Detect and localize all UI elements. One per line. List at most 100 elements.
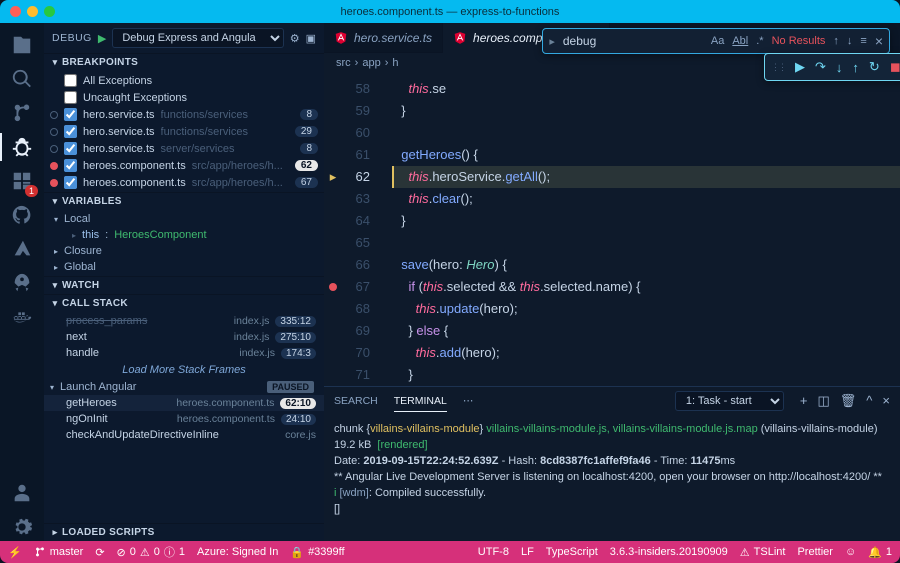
code-editor[interactable]: ▸ 5859606162636465666768697071 this.se }… [324,72,900,386]
stack-frame[interactable]: nextindex.js275:10 [44,329,324,345]
loaded-scripts-header[interactable]: ▸LOADED SCRIPTS [44,524,324,541]
stack-frame[interactable]: handleindex.js174:3 [44,345,324,361]
debug-config-select[interactable]: Debug Express and Angula [112,28,283,48]
breakpoint-checkbox[interactable] [64,108,77,121]
close-panel-button[interactable]: × [882,393,890,409]
azure-status[interactable]: Azure: Signed In [197,546,278,558]
angular-file-icon [453,31,467,45]
watch-section-header[interactable]: ▾WATCH [44,277,324,294]
regex-icon[interactable]: .* [756,35,763,47]
scope-local[interactable]: ▾Local [44,211,324,227]
color-status[interactable]: 🔒 #3399ff [290,546,344,559]
breadcrumbs[interactable]: src › app › h getHeroes ⋮⋮ ▶ ↷ ↓ ↑ ↻ ◼ L… [324,53,900,72]
continue-button[interactable]: ▶ [795,59,805,75]
sidebar-title: DEBUG [52,32,92,44]
breakpoint-row[interactable]: hero.service.tsfunctions/services8 [44,106,324,123]
sync-button[interactable]: ⟳ [95,546,104,559]
stack-frame[interactable]: ngOnInitheroes.component.ts24:10 [44,411,324,427]
activity-bar: 1 [0,23,44,541]
close-find-button[interactable]: × [875,33,883,49]
breakpoint-row[interactable]: hero.service.tsfunctions/services29 [44,123,324,140]
debug-console-icon[interactable]: ▣ [306,32,316,45]
prettier-status[interactable]: Prettier [797,546,832,558]
load-more-frames[interactable]: Load More Stack Frames [44,361,324,379]
tab-label: hero.service.ts [354,31,432,45]
variable-this[interactable]: ▸ this: HeroesComponent [44,227,324,243]
scm-icon[interactable] [8,99,36,127]
terminal-select[interactable]: 1: Task - start [675,391,784,411]
breakpoint-checkbox[interactable] [64,125,77,138]
terminal-output[interactable]: chunk {villains-villains-module} villain… [324,415,900,541]
feedback-icon[interactable]: ☺ [845,546,856,558]
breakpoint-checkbox[interactable] [64,74,77,87]
toolbar-grip-icon[interactable]: ⋮⋮ [771,62,785,73]
panel-tab-terminal[interactable]: TERMINAL [394,395,447,412]
new-terminal-button[interactable]: + [800,393,808,409]
find-results: No Results [772,35,826,47]
step-into-button[interactable]: ↓ [836,60,843,75]
stack-frame[interactable]: getHeroesheroes.component.ts62:10 [44,395,324,411]
git-branch[interactable]: master [34,546,84,558]
kill-terminal-button[interactable]: 🗑 [840,393,857,409]
start-debug-button[interactable]: ▶ [98,32,106,45]
search-icon[interactable] [8,65,36,93]
scope-closure[interactable]: ▸Closure [44,243,324,259]
rocket-icon[interactable] [8,269,36,297]
debug-toolbar: ⋮⋮ ▶ ↷ ↓ ↑ ↻ ◼ Launch Angular [764,53,900,81]
docker-icon[interactable] [8,303,36,331]
extensions-icon[interactable]: 1 [8,167,36,195]
match-case-icon[interactable]: Aa [711,35,724,47]
breakpoints-section-header[interactable]: ▾BREAKPOINTS [44,54,324,71]
window-title: heroes.component.ts — express-to-functio… [0,6,900,18]
variables-section-header[interactable]: ▾VARIABLES [44,193,324,210]
scope-global[interactable]: ▸Global [44,259,324,275]
breakpoint-row[interactable]: hero.service.tsserver/services8 [44,140,324,157]
debug-settings-icon[interactable]: ⚙ [290,32,300,45]
breakpoint-row[interactable]: heroes.component.tssrc/app/heroes/h...67 [44,174,324,191]
breakpoint-row[interactable]: heroes.component.tssrc/app/heroes/h...62 [44,157,324,174]
explorer-icon[interactable] [8,31,36,59]
ts-version[interactable]: 3.6.3-insiders.20190909 [610,546,728,558]
tab-hero-service[interactable]: hero.service.ts [324,23,443,53]
panel-tab-search[interactable]: SEARCH [334,395,378,407]
panel-more-icon[interactable]: ⋯ [463,395,474,407]
eol-status[interactable]: LF [521,546,534,558]
match-word-icon[interactable]: Abl [732,35,748,47]
breakpoint-checkbox[interactable] [64,176,77,189]
language-status[interactable]: TypeScript [546,546,598,558]
azure-icon[interactable] [8,235,36,263]
maximize-panel-button[interactable]: ^ [866,393,872,409]
stop-button[interactable]: ◼ [890,59,900,75]
breakpoint-checkbox[interactable] [64,91,77,104]
problems-status[interactable]: ⊘ 0 ⚠ 0 ⓘ 1 [117,544,185,560]
split-terminal-button[interactable]: ◫ [817,393,829,409]
bottom-panel: SEARCH TERMINAL ⋯ 1: Task - start + ◫ 🗑 … [324,386,900,541]
restart-button[interactable]: ↻ [869,59,880,75]
encoding-status[interactable]: UTF-8 [478,546,509,558]
notifications-icon[interactable]: 🔔 1 [868,546,892,559]
angular-file-icon [334,31,348,45]
step-out-button[interactable]: ↑ [852,60,859,75]
thread-header[interactable]: ▾Launch AngularPAUSED [44,379,324,395]
debug-icon[interactable] [8,133,36,161]
github-icon[interactable] [8,201,36,229]
tslint-status[interactable]: ⚠ TSLint [740,546,786,559]
next-match-icon[interactable]: ↓ [847,35,853,47]
find-toggle-icon[interactable]: ▸ [549,35,555,48]
stack-frame[interactable]: checkAndUpdateDirectiveInlinecore.js [44,427,324,443]
status-bar: ⚡ master ⟳ ⊘ 0 ⚠ 0 ⓘ 1 Azure: Signed In … [0,541,900,563]
breakpoint-checkbox[interactable] [64,142,77,155]
account-icon[interactable] [8,479,36,507]
callstack-section-header[interactable]: ▾CALL STACK [44,295,324,312]
extensions-badge: 1 [25,185,38,197]
breakpoint-row[interactable]: All Exceptions [44,72,324,89]
find-input[interactable] [563,34,703,48]
prev-match-icon[interactable]: ↑ [833,35,839,47]
step-over-button[interactable]: ↷ [815,59,826,75]
breakpoint-checkbox[interactable] [64,159,77,172]
find-in-selection-icon[interactable]: ≡ [860,35,866,47]
stack-frame[interactable]: process_paramsindex.js335:12 [44,313,324,329]
settings-gear-icon[interactable] [8,513,36,541]
remote-indicator[interactable]: ⚡ [8,546,22,559]
breakpoint-row[interactable]: Uncaught Exceptions [44,89,324,106]
